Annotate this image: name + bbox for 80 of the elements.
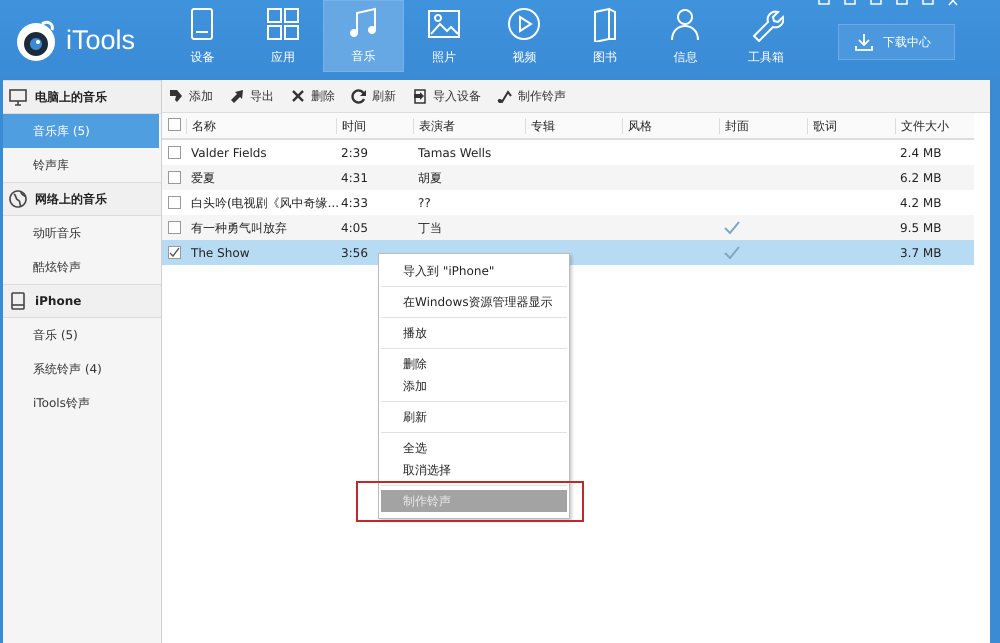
sidebar-item[interactable]: 动听音乐 [3,216,159,250]
table-cell-text: Tamas Wells [417,146,492,160]
apps-icon [264,6,301,42]
sidebar-section-title: 电脑上的音乐 [35,89,107,106]
checkbox[interactable] [168,246,180,259]
table-cell-text: 4:33 [340,196,368,210]
toolbar-button[interactable]: 刷新 [351,87,396,105]
column-header[interactable]: 专辑 [525,118,622,134]
table-cell-text: 4:05 [340,220,368,234]
table-cell-text: 白头吟(电视剧《风中奇缘... [190,196,340,210]
table-cell-text: 4:31 [340,170,368,184]
table-cell-text: 3:56 [340,246,368,260]
table-cell-text: 2:39 [340,146,368,160]
sidebar-item[interactable]: 酷炫铃声 [3,250,159,284]
nav-tab[interactable]: 应用 [242,0,323,72]
menu-item[interactable]: 取消选择 [381,459,567,481]
app-name: iTools [66,24,136,57]
globe-icon [9,190,27,208]
table-cell-text: 丁当 [417,220,442,234]
phone-icon [9,292,27,310]
table-cell-text: 6.2 MB [899,170,942,184]
sidebar-item[interactable]: iTools铃声 [3,386,159,420]
toolbar-button[interactable]: 删除 [290,87,335,105]
menu-item[interactable]: 添加 [381,375,567,397]
table-row[interactable]: 爱夏 4:31 胡夏 6.2 MB [162,165,974,190]
table-cell-text: 2.4 MB [899,146,942,160]
checkbox[interactable] [168,171,180,184]
sidebar-section-title: 网络上的音乐 [35,191,107,208]
table-row[interactable]: 有一种勇气叫放弃 4:05 丁当 9.5 MB [162,215,974,240]
checkbox[interactable] [168,118,180,130]
toolbar-button[interactable]: 导入设备 [412,87,481,105]
download-icon [855,33,873,51]
table-cell-text: ?? [417,196,431,210]
play-icon [506,6,542,42]
menu-item[interactable]: 刷新 [381,406,567,428]
table-cell-text: 爱夏 [190,170,215,184]
arrow-icon [168,88,184,104]
arrow-icon [229,88,245,104]
close-icon [290,88,306,104]
menu-item[interactable]: 播放 [381,322,567,344]
table-cell-text: 3.7 MB [899,246,942,260]
table-cell-text: 9.5 MB [899,220,942,234]
table-row[interactable]: 白头吟(电视剧《风中奇缘...4:33 ?? 4.2 MB [162,190,974,215]
nav-tab[interactable]: 工具箱 [726,0,806,72]
menu-item[interactable]: 全选 [381,437,567,459]
table-cell-text: 4.2 MB [899,196,942,210]
menu-item[interactable]: 在Windows资源管理器显示 [381,291,567,313]
toolbar-button[interactable]: 添加 [168,87,213,105]
table-cell-text: Valder Fields [190,146,267,160]
nav-tab[interactable]: 设备 [162,0,242,72]
monitor-icon [9,88,27,106]
column-header[interactable]: 封面 [719,118,807,134]
checkbox[interactable] [168,146,180,159]
toolbar-button[interactable]: 制作铃声 [497,87,566,105]
toolbar-button[interactable]: 导出 [229,87,274,105]
nav-tab[interactable]: 信息 [645,0,726,72]
sidebar-item[interactable]: 音乐 (5) [3,318,159,352]
column-header[interactable]: 歌词 [807,118,895,134]
checkbox[interactable] [168,196,180,209]
column-header[interactable]: 名称 [186,118,336,134]
column-header[interactable]: 表演者 [413,118,525,134]
sidebar-item[interactable]: 系统铃声 (4) [3,352,159,386]
sidebar-item[interactable]: 铃声库 [3,148,159,182]
table-row[interactable]: Valder Fields 2:39 Tamas Wells 2.4 MB [162,140,974,165]
column-header[interactable]: 风格 [622,118,719,134]
table-cell-text: 胡夏 [417,170,442,184]
column-header[interactable]: 时间 [336,118,413,134]
note-icon [497,88,513,104]
menu-item[interactable]: 删除 [381,353,567,375]
sidebar-section-title: iPhone [35,293,82,310]
nav-tab[interactable]: 视频 [484,0,564,72]
table-cell-text: 有一种勇气叫放弃 [190,220,287,234]
table-cell-text: The Show [190,246,250,260]
nav-tab[interactable]: 照片 [404,0,484,72]
import-icon [412,88,428,104]
logo-icon [14,18,58,62]
refresh-icon [351,88,367,104]
nav-tab[interactable]: 图书 [564,0,645,72]
checkbox[interactable] [168,221,180,234]
column-header[interactable]: 文件大小 [895,118,974,134]
